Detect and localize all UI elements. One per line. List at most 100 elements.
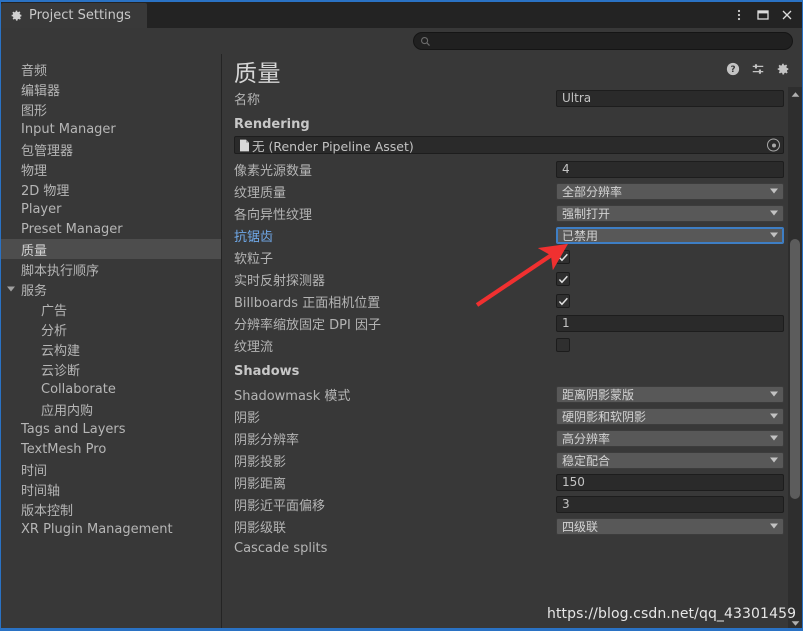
sidebar-item-8[interactable]: Preset Manager xyxy=(1,219,221,239)
sidebar-item-4[interactable]: 包管理器 xyxy=(1,139,221,159)
sidebar-item-19[interactable]: TextMesh Pro xyxy=(1,439,221,459)
field-wrapper: 高分辨率 xyxy=(556,429,784,447)
sidebar-item-22[interactable]: 版本控制 xyxy=(1,499,221,519)
text-input[interactable] xyxy=(556,495,784,513)
object-picker-icon[interactable] xyxy=(767,138,780,152)
sidebar-item-label: Collaborate xyxy=(41,381,116,397)
field-wrapper: 四级联 xyxy=(556,517,784,535)
row-label: 阴影距离 xyxy=(234,476,287,492)
sidebar-item-15[interactable]: 云诊断 xyxy=(1,359,221,379)
sidebar-item-9[interactable]: 质量 xyxy=(1,239,221,259)
search-box[interactable] xyxy=(413,32,793,50)
sidebar-item-label: 2D 物理 xyxy=(21,183,70,199)
sidebar-item-18[interactable]: Tags and Layers xyxy=(1,419,221,439)
search-input[interactable] xyxy=(431,34,792,48)
row-label: 阴影近平面偏移 xyxy=(234,498,326,514)
scrollbar-thumb[interactable] xyxy=(790,239,800,499)
sidebar-item-5[interactable]: 物理 xyxy=(1,159,221,179)
vertical-scrollbar[interactable] xyxy=(788,87,802,630)
setting-row: 阴影 硬阴影和软阴影 xyxy=(234,405,784,427)
text-input[interactable] xyxy=(556,314,784,332)
text-input[interactable] xyxy=(556,473,784,491)
row-name: 名称 xyxy=(234,87,784,109)
window-body: 音频编辑器 图形 Input Manager 包管理器物理 2D 物理 Player Pre… xyxy=(1,54,802,630)
scroll-up-icon[interactable] xyxy=(788,88,802,101)
tab-label: Project Settings xyxy=(29,8,131,23)
dropdown[interactable]: 已禁用 xyxy=(556,226,784,244)
chevron-down-icon xyxy=(770,413,778,419)
settings-gear-icon[interactable] xyxy=(776,62,790,76)
row-label: 阴影投影 xyxy=(234,454,287,470)
more-options-button[interactable] xyxy=(728,5,750,25)
chevron-down-icon[interactable] xyxy=(7,286,15,292)
object-field[interactable]: 无 (Render Pipeline Asset) xyxy=(234,136,784,154)
project-settings-window: Project Settings 音频 编辑器 图形 Input Manager… xyxy=(0,0,803,631)
settings-content: 名称 Rendering 无 (Render Pipeline Asset) 像素光源… xyxy=(222,87,802,559)
checkbox[interactable] xyxy=(556,338,570,352)
sidebar-item-12[interactable]: 广告 xyxy=(1,299,221,319)
text-input[interactable] xyxy=(556,160,784,178)
dropdown[interactable]: 高分辨率 xyxy=(556,429,784,447)
sidebar-item-label: Preset Manager xyxy=(21,221,123,237)
file-icon xyxy=(239,139,250,152)
close-button[interactable] xyxy=(776,5,798,25)
setting-row: 各向异性纹理 强制打开 xyxy=(234,202,784,224)
setting-row: 阴影近平面偏移 xyxy=(234,493,784,515)
page-title: 质量 xyxy=(234,60,281,87)
chevron-down-icon xyxy=(770,188,778,194)
search-bar-row xyxy=(1,28,802,54)
field-wrapper xyxy=(556,338,784,352)
preset-icon[interactable] xyxy=(751,62,765,76)
setting-row: 实时反射探测器 xyxy=(234,268,784,290)
field-wrapper: 全部分辨率 xyxy=(556,182,784,200)
settings-sidebar[interactable]: 音频编辑器 图形 Input Manager 包管理器物理 2D 物理 Player Pre… xyxy=(1,54,222,630)
checkbox[interactable] xyxy=(556,250,570,264)
row-label: 像素光源数量 xyxy=(234,163,313,179)
dropdown[interactable]: 距离阴影蒙版 xyxy=(556,385,784,403)
quality-name-input[interactable] xyxy=(556,89,784,107)
maximize-button[interactable] xyxy=(752,5,774,25)
sidebar-item-11[interactable]: 服务 xyxy=(1,279,221,299)
dropdown[interactable]: 稳定配合 xyxy=(556,451,784,469)
sidebar-item-label: 云构建 xyxy=(41,343,81,359)
sidebar-item-0[interactable]: 音频 xyxy=(1,59,221,79)
field-wrapper xyxy=(556,473,784,491)
row-label: 抗锯齿 xyxy=(234,229,274,245)
sidebar-item-21[interactable]: 时间轴 xyxy=(1,479,221,499)
dropdown[interactable]: 全部分辨率 xyxy=(556,182,784,200)
field-wrapper: 强制打开 xyxy=(556,204,784,222)
help-icon[interactable]: ? xyxy=(726,62,740,76)
sidebar-item-14[interactable]: 云构建 xyxy=(1,339,221,359)
setting-row: 像素光源数量 xyxy=(234,158,784,180)
sidebar-item-label: 云诊断 xyxy=(41,363,81,379)
sidebar-item-17[interactable]: 应用内购 xyxy=(1,399,221,419)
sidebar-item-16[interactable]: Collaborate xyxy=(1,379,221,399)
sidebar-item-7[interactable]: Player xyxy=(1,199,221,219)
sidebar-item-1[interactable]: 编辑器 xyxy=(1,79,221,99)
row-label: Billboards 正面相机位置 xyxy=(234,295,381,311)
dropdown-value: 强制打开 xyxy=(562,206,611,221)
checkbox[interactable] xyxy=(556,272,570,286)
sidebar-item-20[interactable]: 时间 xyxy=(1,459,221,479)
sidebar-item-13[interactable]: 分析 xyxy=(1,319,221,339)
window-controls xyxy=(728,4,798,26)
sidebar-item-label: Player xyxy=(21,201,62,217)
row-label: 阴影级联 xyxy=(234,520,287,536)
sidebar-item-label: 物理 xyxy=(21,163,48,179)
sidebar-item-2[interactable]: 图形 xyxy=(1,99,221,119)
dropdown[interactable]: 强制打开 xyxy=(556,204,784,222)
tab-project-settings[interactable]: Project Settings xyxy=(1,3,147,28)
section-title: Rendering xyxy=(234,116,310,132)
sidebar-item-10[interactable]: 脚本执行顺序 xyxy=(1,259,221,279)
checkbox[interactable] xyxy=(556,294,570,308)
sidebar-item-label: 编辑器 xyxy=(21,83,61,99)
sidebar-item-6[interactable]: 2D 物理 xyxy=(1,179,221,199)
chevron-down-icon xyxy=(770,457,778,463)
chevron-down-icon xyxy=(770,435,778,441)
field-wrapper xyxy=(556,250,784,264)
dropdown[interactable]: 四级联 xyxy=(556,517,784,535)
sidebar-item-23[interactable]: XR Plugin Management xyxy=(1,519,221,539)
section-title: Shadows xyxy=(234,363,300,379)
dropdown[interactable]: 硬阴影和软阴影 xyxy=(556,407,784,425)
sidebar-item-3[interactable]: Input Manager xyxy=(1,119,221,139)
